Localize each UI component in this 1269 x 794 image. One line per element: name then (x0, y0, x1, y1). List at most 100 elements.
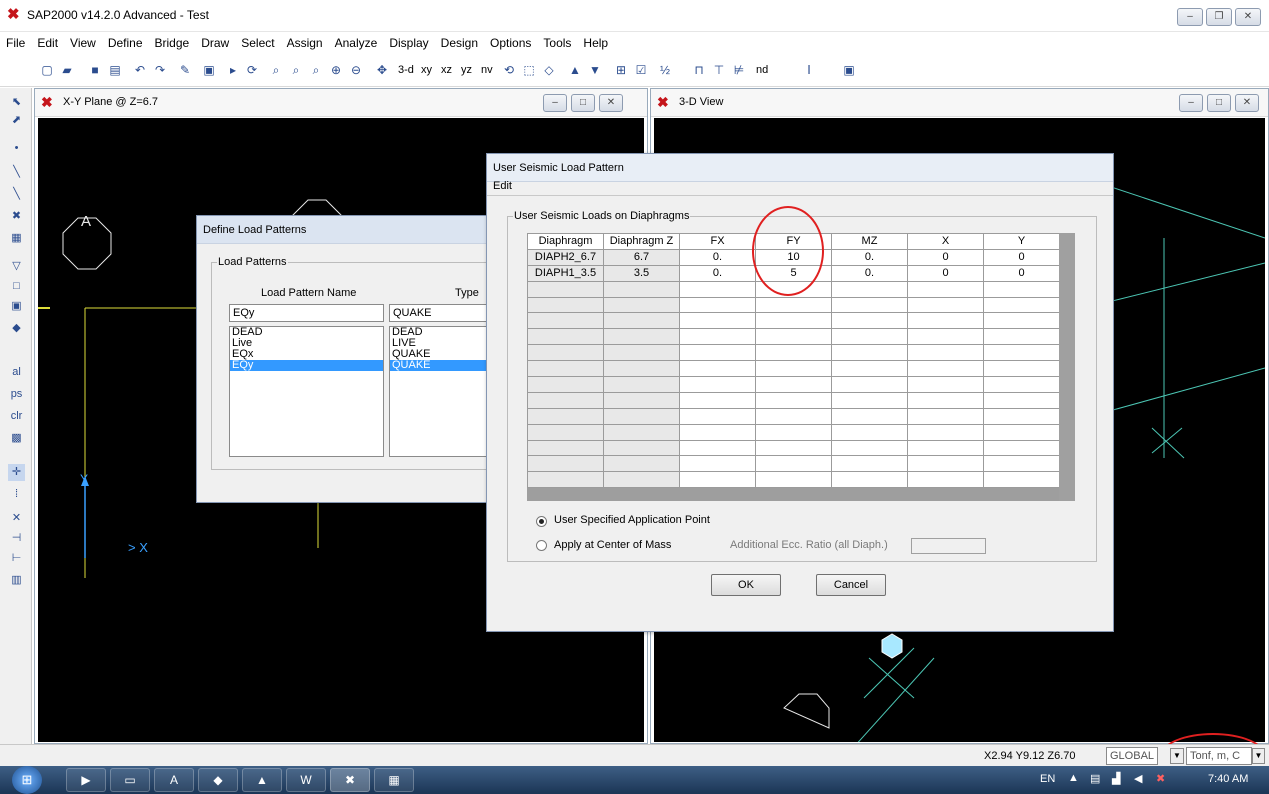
list-item-selected[interactable]: QUAKE (390, 360, 492, 371)
select-all-icon[interactable]: al (8, 364, 25, 381)
move-down-icon[interactable]: ▼ (586, 61, 604, 79)
grid-cell[interactable] (907, 312, 984, 330)
move-up-icon[interactable]: ▲ (566, 61, 584, 79)
grid-cell[interactable] (603, 455, 680, 473)
grid-cell[interactable] (755, 391, 832, 409)
rotate-icon[interactable]: ⟲ (500, 61, 518, 79)
snap-fine-icon[interactable]: ▥ (8, 572, 25, 589)
grid-cell[interactable] (907, 423, 984, 441)
grid-cell[interactable] (755, 455, 832, 473)
grid-cell[interactable] (907, 280, 984, 298)
perspective-icon[interactable]: ⬚ (520, 61, 538, 79)
cell-fx[interactable]: 0. (679, 248, 756, 266)
quick-area-icon[interactable]: ▣ (8, 298, 25, 315)
view-yz-button[interactable]: yz (461, 64, 472, 76)
load-pattern-type-list[interactable]: DEAD LIVE QUAKE QUAKE (389, 326, 493, 457)
view-nd-button[interactable]: nd (756, 64, 768, 76)
grid-cell[interactable] (755, 312, 832, 330)
seismic-menu-edit[interactable]: Edit (493, 180, 512, 192)
view-nv-button[interactable]: nv (481, 64, 493, 76)
list-item[interactable]: DEAD (230, 327, 383, 338)
snap-lines-icon[interactable]: ⊢ (8, 550, 25, 567)
grid-cell[interactable] (755, 407, 832, 425)
grid-cell[interactable] (679, 312, 756, 330)
menu-view[interactable]: View (64, 33, 102, 53)
user-specified-point-radio[interactable] (536, 516, 547, 527)
intersect-icon[interactable]: ▩ (8, 430, 25, 447)
menu-design[interactable]: Design (435, 33, 484, 53)
grid-cell[interactable] (527, 328, 604, 346)
clear-selection-icon[interactable]: clr (8, 408, 25, 425)
grid-cell[interactable] (983, 296, 1060, 314)
cancel-button[interactable]: Cancel (816, 574, 886, 596)
calculator-icon[interactable]: ▦ (374, 768, 414, 792)
frame-icon[interactable]: ⊓ (690, 61, 708, 79)
grid-scrollbar[interactable] (1059, 233, 1075, 501)
3d-close-button[interactable]: ✕ (1235, 94, 1259, 112)
grid-cell[interactable] (527, 312, 604, 330)
view-xy-button[interactable]: xy (421, 64, 432, 76)
grid-cell[interactable] (831, 328, 908, 346)
zoom-out-icon[interactable]: ⊖ (347, 61, 365, 79)
table-row-empty[interactable] (527, 455, 1060, 473)
grid-cell[interactable] (755, 439, 832, 457)
units-select[interactable]: Tonf, m, C (1186, 747, 1252, 765)
grid-cell[interactable] (983, 455, 1060, 473)
autocad-icon[interactable]: A (154, 768, 194, 792)
table-row-empty[interactable] (527, 328, 1060, 346)
language-indicator[interactable]: EN (1040, 773, 1055, 785)
solid-icon[interactable]: ◆ (8, 320, 25, 337)
zoom-window-icon[interactable]: ⌕ (267, 61, 285, 79)
snap-intersect-icon[interactable]: ✕ (8, 510, 25, 527)
load-pattern-type-select[interactable]: QUAKE (389, 304, 493, 322)
reshape-icon[interactable]: ⬈ (8, 112, 25, 129)
run-icon[interactable]: ▸ (224, 61, 242, 79)
menu-file[interactable]: File (0, 33, 31, 53)
lock-icon[interactable]: ▣ (200, 61, 218, 79)
snap-ends-icon[interactable]: ⁞ (8, 486, 25, 503)
grid-cell[interactable] (527, 423, 604, 441)
coord-system-select[interactable]: GLOBAL (1106, 747, 1158, 765)
grid-cell[interactable] (831, 360, 908, 378)
grid-cell[interactable] (527, 407, 604, 425)
pointer-icon[interactable]: ⬉ (8, 94, 25, 111)
table-row-empty[interactable] (527, 407, 1060, 425)
grid-cell[interactable] (603, 328, 680, 346)
grid-cell[interactable] (527, 471, 604, 489)
grid-cell[interactable] (755, 471, 832, 489)
grid-cell[interactable] (983, 360, 1060, 378)
menu-select[interactable]: Select (235, 33, 280, 53)
quick-frame-icon[interactable]: ╲ (8, 186, 25, 203)
shrink-icon[interactable]: ◇ (540, 61, 558, 79)
table-row-empty[interactable] (527, 344, 1060, 362)
tension-icon[interactable]: ⊭ (730, 61, 748, 79)
grid-cell[interactable] (983, 471, 1060, 489)
grid-cell[interactable] (603, 471, 680, 489)
grid-cell[interactable] (983, 312, 1060, 330)
grid-cell[interactable] (755, 296, 832, 314)
table-row-empty[interactable] (527, 423, 1060, 441)
redo-icon[interactable]: ↷ (151, 61, 169, 79)
grid-cell[interactable] (527, 360, 604, 378)
brace-icon[interactable]: ⊤ (710, 61, 728, 79)
load-pattern-name-list[interactable]: DEAD Live EQx EQy (229, 326, 384, 457)
units-chevron-down-icon[interactable]: ▼ (1252, 748, 1265, 764)
grid-cell[interactable] (831, 407, 908, 425)
grid-cell[interactable] (679, 423, 756, 441)
refresh-icon[interactable]: ⟳ (243, 61, 261, 79)
snap-points-icon[interactable]: ✛ (8, 464, 25, 481)
app-icon[interactable]: ◆ (198, 768, 238, 792)
grid-cell[interactable] (603, 407, 680, 425)
section-icon[interactable]: Ⅰ (800, 61, 818, 79)
grid-cell[interactable] (907, 391, 984, 409)
grid-cell[interactable] (679, 360, 756, 378)
menu-edit[interactable]: Edit (31, 33, 64, 53)
chevron-down-icon[interactable]: ▼ (1170, 748, 1184, 764)
previous-selection-icon[interactable]: ps (8, 386, 25, 403)
cell-y[interactable]: 0 (983, 248, 1060, 266)
minimize-button[interactable]: – (1177, 8, 1203, 26)
cell-x[interactable]: 0 (907, 264, 984, 282)
grid-cell[interactable] (983, 376, 1060, 393)
menu-draw[interactable]: Draw (195, 33, 235, 53)
zoom-in-icon[interactable]: ⊕ (327, 61, 345, 79)
